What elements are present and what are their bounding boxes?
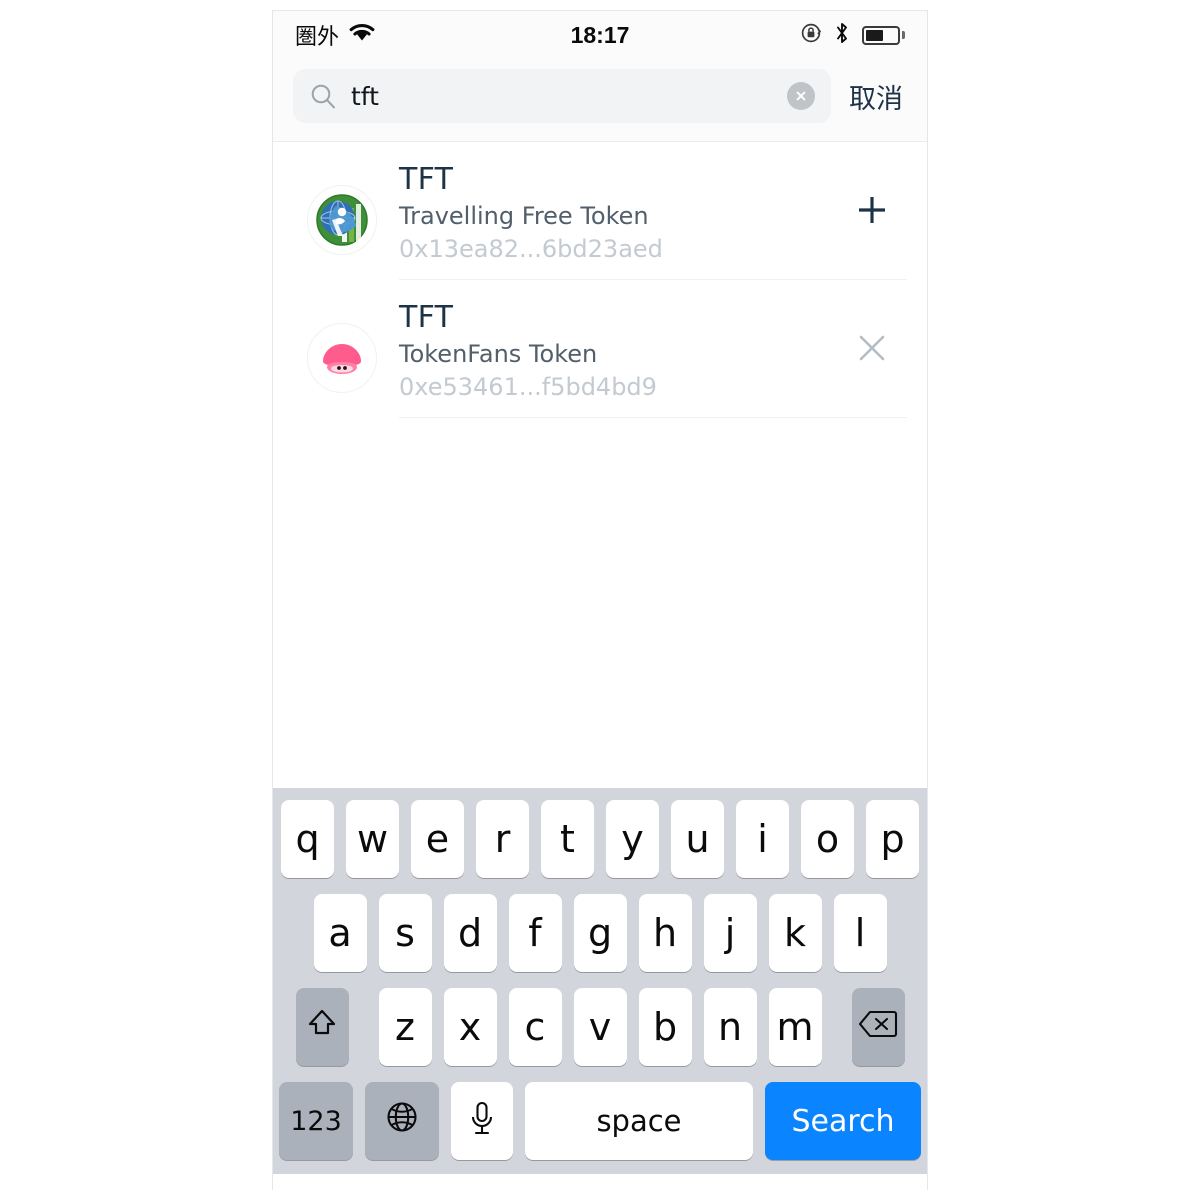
token-symbol: TFT (399, 162, 454, 197)
key-o[interactable]: o (801, 800, 854, 878)
rotation-lock-icon (800, 22, 822, 49)
keyboard-row-3: z x c v b n m (273, 988, 927, 1066)
key-q[interactable]: q (281, 800, 334, 878)
keyboard-row-2: a s d f g h j k l (273, 894, 927, 972)
backspace-delete-icon (857, 1005, 899, 1049)
globe-language-icon (383, 1098, 421, 1145)
shift-key[interactable] (295, 988, 349, 1066)
key-p[interactable]: p (866, 800, 919, 878)
search-results-list: TFT Travelling Free Token 0x13ea82...6bd… (273, 142, 927, 418)
carrier-label: 圏外 (295, 25, 340, 50)
key-s[interactable]: s (378, 894, 432, 972)
key-k[interactable]: k (768, 894, 822, 972)
cancel-button[interactable]: 取消 (845, 77, 907, 116)
key-b[interactable]: b (638, 988, 692, 1066)
key-h[interactable]: h (638, 894, 692, 972)
wifi-icon (348, 22, 376, 48)
token-address: 0x13ea82...6bd23aed (399, 235, 663, 263)
key-a[interactable]: a (313, 894, 367, 972)
key-w[interactable]: w (346, 800, 399, 878)
key-f[interactable]: f (508, 894, 562, 972)
key-r[interactable]: r (476, 800, 529, 878)
onscreen-keyboard: q w e r t y u i o p a s d f g h j k l z … (273, 788, 927, 1174)
search-key[interactable]: Search (765, 1082, 921, 1160)
status-bar: 圏外 18:17 (273, 11, 927, 59)
key-j[interactable]: j (703, 894, 757, 972)
backspace-key[interactable] (851, 988, 905, 1066)
screenshot-stage: 圏外 18:17 tft 取消 TFT Travelling Free Toke… (0, 0, 1200, 1200)
token-info: TFT Travelling Free Token 0x13ea82...6bd… (399, 162, 837, 263)
add-token-button[interactable] (837, 192, 907, 233)
key-e[interactable]: e (411, 800, 464, 878)
bluetooth-icon (834, 21, 850, 50)
close-x-icon (855, 331, 889, 370)
key-n[interactable]: n (703, 988, 757, 1066)
token-name: Travelling Free Token (399, 202, 649, 230)
key-v[interactable]: v (573, 988, 627, 1066)
key-l[interactable]: l (833, 894, 887, 972)
key-g[interactable]: g (573, 894, 627, 972)
language-switch-key[interactable] (365, 1082, 439, 1160)
list-item[interactable]: TFT TokenFans Token 0xe53461...f5bd4bd9 (273, 280, 927, 418)
status-bar-left: 圏外 (295, 19, 376, 51)
key-t[interactable]: t (541, 800, 594, 878)
numeric-key[interactable]: 123 (279, 1082, 353, 1160)
search-input[interactable]: tft (351, 82, 773, 111)
key-d[interactable]: d (443, 894, 497, 972)
key-z[interactable]: z (378, 988, 432, 1066)
empty-results-area (273, 418, 927, 788)
keyboard-row-4: 123 space Search (273, 1082, 927, 1160)
list-item-content: TFT Travelling Free Token 0x13ea82...6bd… (399, 160, 907, 280)
clear-circle-icon[interactable] (787, 82, 815, 110)
key-m[interactable]: m (768, 988, 822, 1066)
search-field[interactable]: tft (293, 69, 831, 123)
token-name: TokenFans Token (399, 340, 598, 368)
search-icon (309, 82, 337, 110)
status-bar-right (800, 21, 905, 50)
token-logo-pink-shell-icon (307, 323, 377, 393)
token-logo-globe-chart-icon (307, 185, 377, 255)
shift-up-arrow-icon (304, 1005, 340, 1050)
key-c[interactable]: c (508, 988, 562, 1066)
battery-icon (862, 25, 905, 45)
phone-frame: 圏外 18:17 tft 取消 TFT Travelling Free Toke… (272, 10, 928, 1190)
search-bar: tft 取消 (273, 59, 927, 142)
token-info: TFT TokenFans Token 0xe53461...f5bd4bd9 (399, 300, 837, 401)
keyboard-row-1: q w e r t y u i o p (273, 800, 927, 878)
list-item[interactable]: TFT Travelling Free Token 0x13ea82...6bd… (273, 142, 927, 280)
key-i[interactable]: i (736, 800, 789, 878)
plus-icon (854, 192, 890, 233)
microphone-icon (467, 1099, 497, 1144)
key-u[interactable]: u (671, 800, 724, 878)
dictation-key[interactable] (451, 1082, 513, 1160)
key-y[interactable]: y (606, 800, 659, 878)
key-x[interactable]: x (443, 988, 497, 1066)
token-address: 0xe53461...f5bd4bd9 (399, 373, 657, 401)
list-item-content: TFT TokenFans Token 0xe53461...f5bd4bd9 (399, 298, 907, 418)
token-symbol: TFT (399, 300, 454, 335)
space-key[interactable]: space (525, 1082, 753, 1160)
remove-token-button[interactable] (837, 331, 907, 370)
